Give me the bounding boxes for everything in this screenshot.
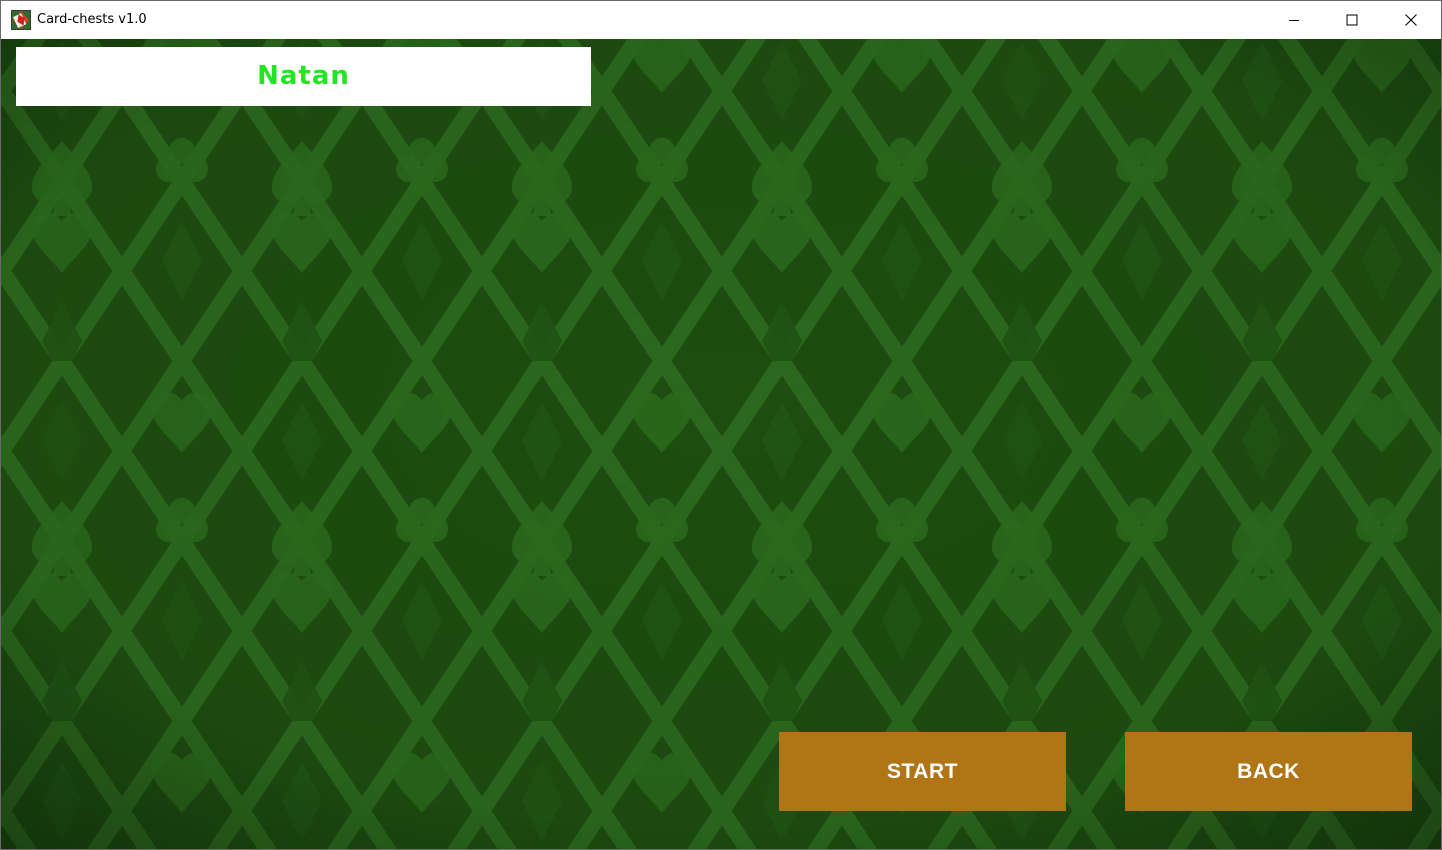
start-button[interactable]: START xyxy=(779,732,1066,811)
window-title: Card-chests v1.0 xyxy=(37,12,147,27)
close-button[interactable] xyxy=(1382,1,1440,39)
back-button[interactable]: BACK xyxy=(1125,732,1412,811)
game-area: Natan START BACK xyxy=(1,39,1441,849)
card-suit-background xyxy=(1,39,1441,849)
close-icon xyxy=(1405,14,1417,26)
player-name: Natan xyxy=(257,60,350,91)
maximize-button[interactable] xyxy=(1323,1,1381,39)
back-button-label: BACK xyxy=(1237,759,1300,783)
card-app-icon xyxy=(11,10,31,30)
minimize-button[interactable] xyxy=(1265,1,1323,39)
maximize-icon xyxy=(1346,14,1358,26)
title-bar[interactable]: Card-chests v1.0 xyxy=(1,1,1441,39)
start-button-label: START xyxy=(887,759,958,783)
minimize-icon xyxy=(1289,20,1299,21)
app-window: Card-chests v1.0 Natan START BACK xyxy=(0,0,1442,850)
player-name-box: Natan xyxy=(16,47,591,106)
